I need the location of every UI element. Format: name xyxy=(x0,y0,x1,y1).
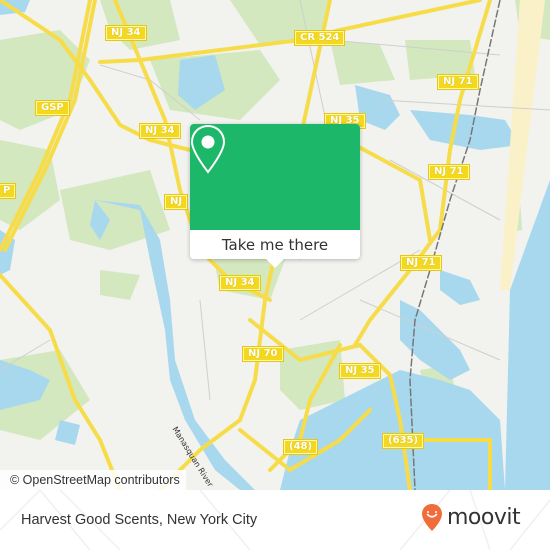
road-label-nj34-mid: NJ 34 xyxy=(139,123,181,139)
road-label-nj34-top: NJ 34 xyxy=(105,25,147,41)
popup-pointer xyxy=(266,259,284,268)
take-me-there-button[interactable]: Take me there xyxy=(190,230,360,259)
map-attribution[interactable]: © OpenStreetMap contributors xyxy=(0,470,186,490)
popup-header xyxy=(190,124,360,230)
footer-bar: Harvest Good Scents, New York City moovi… xyxy=(0,490,550,550)
road-label-nj71-top: NJ 71 xyxy=(437,74,479,90)
road-label-48: (48) xyxy=(282,439,319,455)
brand-name: moovit xyxy=(447,505,521,530)
road-label-gsp-left: P xyxy=(0,183,17,199)
map-view[interactable]: NJ 34 CR 524 GSP NJ 34 NJ 35 NJ 71 NJ 71… xyxy=(0,0,550,490)
road-label-nj35-low: NJ 35 xyxy=(339,363,381,379)
road-label-gsp: GSP xyxy=(35,100,70,116)
road-label-635: (635) xyxy=(381,433,425,449)
road-label-nj-left: NJ xyxy=(163,194,189,210)
road-label-nj71-low: NJ 71 xyxy=(400,255,442,271)
map-pin-icon xyxy=(190,124,226,174)
road-label-nj34-low: NJ 34 xyxy=(219,275,261,291)
road-label-nj71-mid: NJ 71 xyxy=(428,164,470,180)
place-name: Harvest Good Scents, New York City xyxy=(21,512,258,528)
location-popup: Take me there xyxy=(190,124,360,268)
road-label-cr524: CR 524 xyxy=(293,30,346,46)
moovit-logo[interactable]: moovit xyxy=(421,503,521,533)
road-label-nj70: NJ 70 xyxy=(242,346,284,362)
moovit-pin-icon xyxy=(422,504,442,531)
